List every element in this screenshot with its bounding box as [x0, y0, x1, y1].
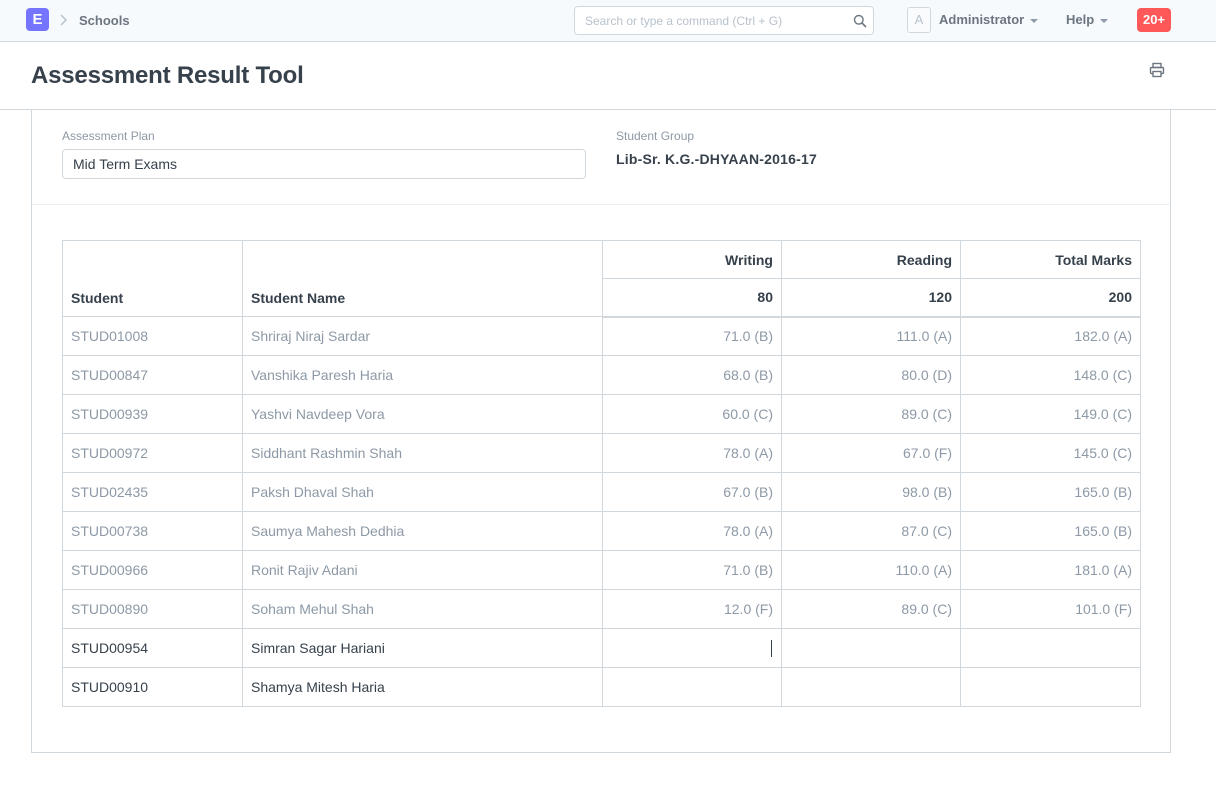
student-id-cell[interactable]: STUD00910 [62, 667, 243, 707]
student-id-cell[interactable]: STUD00972 [62, 433, 243, 473]
student-name-cell: Ronit Rajiv Adani [242, 550, 603, 590]
assessment-result-table: Student Student Name Writing Reading Tot… [62, 240, 1141, 707]
table-row[interactable]: STUD00847 Vanshika Paresh Haria 68.0 (B)… [62, 355, 1141, 395]
max-score-reading: 120 [781, 278, 961, 318]
assessment-plan-input[interactable] [62, 149, 586, 179]
column-header-reading: Reading [781, 240, 961, 279]
search-input[interactable] [575, 7, 845, 34]
student-id-cell[interactable]: STUD00939 [62, 394, 243, 434]
student-id-cell[interactable]: STUD00738 [62, 511, 243, 551]
writing-score-cell[interactable]: 71.0 (B) [602, 550, 782, 590]
table-row[interactable]: STUD00966 Ronit Rajiv Adani 71.0 (B) 110… [62, 550, 1141, 590]
breadcrumb-schools[interactable]: Schools [79, 13, 130, 28]
reading-score-cell[interactable]: 80.0 (D) [781, 355, 961, 395]
page-title: Assessment Result Tool [31, 62, 304, 89]
table-row[interactable]: STUD00738 Saumya Mahesh Dedhia 78.0 (A) … [62, 511, 1141, 551]
reading-score-cell[interactable]: 87.0 (C) [781, 511, 961, 551]
table-row[interactable]: STUD00939 Yashvi Navdeep Vora 60.0 (C) 8… [62, 394, 1141, 434]
column-header-writing: Writing [602, 240, 782, 279]
column-header-student: Student [62, 240, 243, 317]
reading-score-cell[interactable]: 111.0 (A) [781, 316, 961, 356]
student-group-value: Lib-Sr. K.G.-DHYAAN-2016-17 [616, 151, 817, 167]
table-row[interactable]: STUD01008 Shriraj Niraj Sardar 71.0 (B) … [62, 316, 1141, 356]
reading-score-cell[interactable]: 98.0 (B) [781, 472, 961, 512]
max-score-total: 200 [960, 278, 1141, 318]
student-name-cell: Siddhant Rashmin Shah [242, 433, 603, 473]
total-marks-cell: 165.0 (B) [960, 472, 1141, 512]
student-name-cell: Vanshika Paresh Haria [242, 355, 603, 395]
total-marks-cell [960, 667, 1141, 707]
writing-score-cell[interactable]: 68.0 (B) [602, 355, 782, 395]
total-marks-cell: 182.0 (A) [960, 316, 1141, 356]
writing-score-cell[interactable]: 78.0 (A) [602, 433, 782, 473]
reading-score-cell[interactable]: 110.0 (A) [781, 550, 961, 590]
table-row[interactable]: STUD00890 Soham Mehul Shah 12.0 (F) 89.0… [62, 589, 1141, 629]
app-logo[interactable]: E [26, 8, 49, 31]
student-name-cell: Shamya Mitesh Haria [242, 667, 603, 707]
total-marks-cell [960, 628, 1141, 668]
text-cursor [771, 639, 772, 657]
help-menu[interactable]: Help [1066, 12, 1109, 27]
reading-score-cell[interactable]: 89.0 (C) [781, 589, 961, 629]
search-icon[interactable] [853, 14, 867, 28]
notifications-badge[interactable]: 20+ [1137, 8, 1171, 32]
writing-score-cell[interactable]: 12.0 (F) [602, 589, 782, 629]
max-score-writing: 80 [602, 278, 782, 318]
total-marks-cell: 149.0 (C) [960, 394, 1141, 434]
total-marks-cell: 165.0 (B) [960, 511, 1141, 551]
total-marks-cell: 145.0 (C) [960, 433, 1141, 473]
writing-score-cell[interactable]: 67.0 (B) [602, 472, 782, 512]
total-marks-cell: 148.0 (C) [960, 355, 1141, 395]
student-name-cell: Shriraj Niraj Sardar [242, 316, 603, 356]
avatar[interactable]: A [907, 7, 931, 33]
student-id-cell[interactable]: STUD00966 [62, 550, 243, 590]
table-row[interactable]: STUD00910 Shamya Mitesh Haria [62, 667, 1141, 707]
section-divider [32, 204, 1170, 205]
student-name-cell: Simran Sagar Hariani [242, 628, 603, 668]
search-bar [574, 6, 874, 35]
total-marks-cell: 181.0 (A) [960, 550, 1141, 590]
caret-down-icon [1100, 18, 1109, 23]
chevron-right-icon [60, 14, 68, 26]
student-id-cell[interactable]: STUD00890 [62, 589, 243, 629]
table-row[interactable]: STUD00954 Simran Sagar Hariani [62, 628, 1141, 668]
student-name-cell: Paksh Dhaval Shah [242, 472, 603, 512]
student-id-cell[interactable]: STUD00954 [62, 628, 243, 668]
print-icon[interactable] [1148, 61, 1166, 79]
student-id-cell[interactable]: STUD00847 [62, 355, 243, 395]
column-header-total-marks: Total Marks [960, 240, 1141, 279]
navbar: E Schools A Administrator Help 20+ [0, 0, 1216, 42]
student-name-cell: Yashvi Navdeep Vora [242, 394, 603, 434]
student-name-cell: Soham Mehul Shah [242, 589, 603, 629]
table-row[interactable]: STUD00972 Siddhant Rashmin Shah 78.0 (A)… [62, 433, 1141, 473]
writing-score-cell[interactable]: 71.0 (B) [602, 316, 782, 356]
total-marks-cell: 101.0 (F) [960, 589, 1141, 629]
user-menu[interactable]: Administrator [939, 12, 1039, 27]
student-name-cell: Saumya Mahesh Dedhia [242, 511, 603, 551]
writing-score-cell[interactable]: 78.0 (A) [602, 511, 782, 551]
reading-score-cell[interactable] [781, 667, 961, 707]
help-menu-label: Help [1066, 12, 1095, 27]
reading-score-cell[interactable] [781, 628, 961, 668]
student-id-cell[interactable]: STUD01008 [62, 316, 243, 356]
caret-down-icon [1030, 18, 1039, 23]
table-row[interactable]: STUD02435 Paksh Dhaval Shah 67.0 (B) 98.… [62, 472, 1141, 512]
student-id-cell[interactable]: STUD02435 [62, 472, 243, 512]
column-header-student-name: Student Name [242, 240, 603, 317]
form-card: Assessment Plan Student Group Lib-Sr. K.… [31, 110, 1171, 753]
student-group-label: Student Group [616, 129, 695, 143]
writing-score-cell[interactable] [602, 667, 782, 707]
writing-score-cell[interactable]: 60.0 (C) [602, 394, 782, 434]
user-menu-label: Administrator [939, 12, 1025, 27]
assessment-plan-label: Assessment Plan [62, 129, 155, 143]
writing-score-input[interactable] [602, 628, 782, 668]
reading-score-cell[interactable]: 67.0 (F) [781, 433, 961, 473]
reading-score-cell[interactable]: 89.0 (C) [781, 394, 961, 434]
